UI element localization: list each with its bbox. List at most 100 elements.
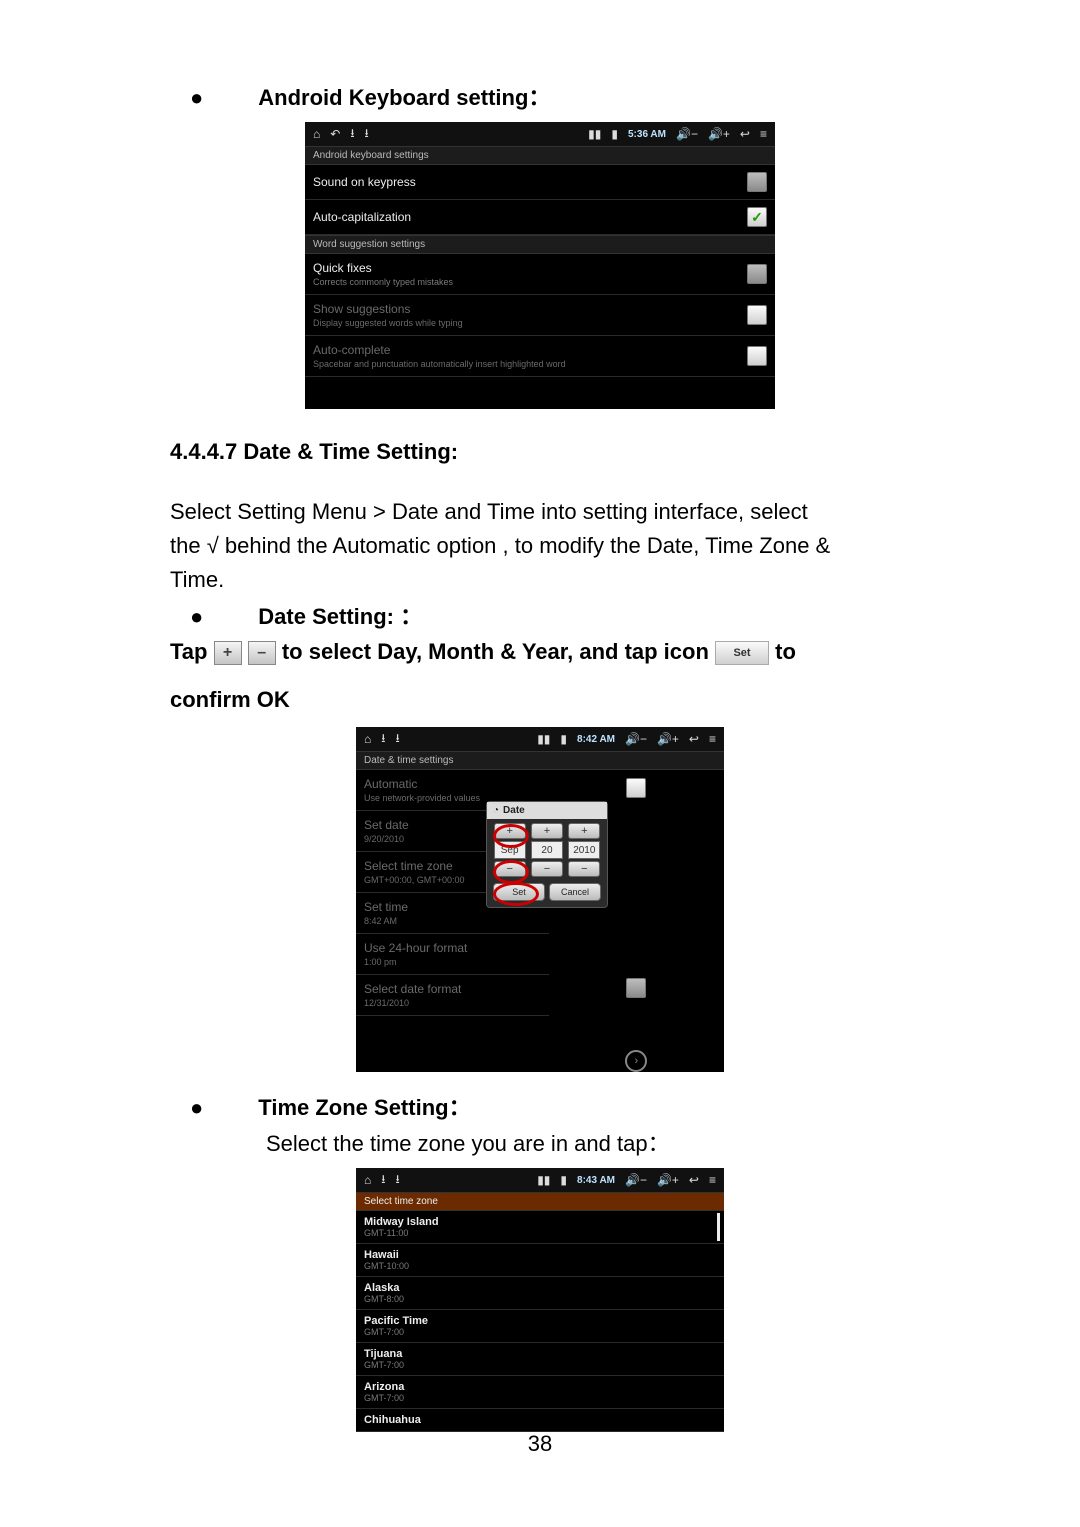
back-arrow-icon[interactable]: ↩ [689,1173,699,1187]
menu-icon[interactable]: ≡ [709,1173,716,1187]
home-icon[interactable]: ⌂ [313,127,320,141]
list-item[interactable]: Use 24-hour format 1:00 pm [356,934,549,975]
set-button[interactable]: Set [715,641,769,665]
volume-down-icon[interactable]: 🔊− [625,732,647,746]
timezone-offset: GMT-7:00 [364,1393,716,1403]
back-icon[interactable]: ↶ [330,127,340,141]
heading-android-keyboard: Android Keyboard setting： [258,80,550,112]
checkbox-icon: ✓ [747,346,767,366]
timezone-offset: GMT-8:00 [364,1294,716,1304]
home-icon[interactable]: ⌂ [364,732,371,746]
paragraph: Time. [170,563,910,597]
timezone-name: Hawaii [364,1249,716,1261]
download-icon: ⭳ [395,729,399,750]
timezone-row[interactable]: HawaiiGMT-10:00 [356,1244,724,1277]
paragraph: the √ behind the Automatic option , to m… [170,529,910,563]
signal-icon: ▮▮ [537,732,550,746]
home-icon[interactable]: ⌂ [364,1173,371,1187]
checkbox-icon[interactable]: ✓ [747,172,767,192]
heading-timezone: Time Zone Setting： [258,1090,470,1122]
back-arrow-icon[interactable]: ↩ [740,127,750,141]
dialog-cancel-button[interactable]: Cancel [549,883,601,901]
row-title: Sound on keypress [313,175,739,189]
battery-icon: ▮ [560,732,567,746]
battery-icon: ▮ [560,1173,567,1187]
day-minus-button[interactable]: − [531,861,563,877]
download-icon: ⭳ [395,1170,399,1191]
timezone-row[interactable]: Pacific TimeGMT-7:00 [356,1310,724,1343]
checkbox-checked-icon[interactable]: ✓ [747,207,767,227]
row-title: Use 24-hour format [364,941,541,955]
volume-up-icon[interactable]: 🔊+ [708,127,730,141]
plus-button[interactable]: + [214,641,242,665]
volume-up-icon[interactable]: 🔊+ [657,1173,679,1187]
signal-icon: ▮▮ [537,1173,550,1187]
status-clock: 5:36 AM [628,129,666,140]
timezone-offset: GMT-7:00 [364,1327,716,1337]
checkbox-icon: ✓ [747,305,767,325]
signal-icon: ▮▮ [588,127,601,141]
instruction-line: confirm OK [170,683,910,717]
dialog-set-button[interactable]: Set [493,883,545,901]
list-item[interactable]: Quick fixes Corrects commonly typed mist… [305,254,775,295]
timezone-row[interactable]: Chihuahua [356,1409,724,1432]
minus-button[interactable]: – [248,641,276,665]
year-minus-button[interactable]: − [568,861,600,877]
row-title: Select date format [364,982,541,996]
section-header: Android keyboard settings [305,146,775,165]
section-header: Word suggestion settings [305,235,775,254]
year-value[interactable]: 2010 [568,841,600,859]
row-title: Auto-complete [313,343,739,357]
download-icon: ⭳ [365,124,369,145]
volume-down-icon[interactable]: 🔊− [676,127,698,141]
month-value[interactable]: Sep [494,841,526,859]
checkbox-icon[interactable]: ✓ [626,978,646,998]
month-plus-button[interactable]: + [494,823,526,839]
timezone-row[interactable]: TijuanaGMT-7:00 [356,1343,724,1376]
list-item[interactable]: Select date format 12/31/2010 [356,975,549,1016]
timezone-row[interactable]: AlaskaGMT-8:00 [356,1277,724,1310]
day-plus-button[interactable]: + [531,823,563,839]
timezone-name: Tijuana [364,1348,716,1360]
paragraph: Select Setting Menu > Date and Time into… [170,495,910,529]
row-subtitle: Spacebar and punctuation automatically i… [313,359,739,369]
list-item: Auto-complete Spacebar and punctuation a… [305,336,775,377]
checkbox-icon[interactable]: ✓ [747,264,767,284]
menu-icon[interactable]: ≡ [709,732,716,746]
timezone-offset: GMT-7:00 [364,1360,716,1370]
timezone-offset: GMT-10:00 [364,1261,716,1271]
month-minus-button[interactable]: − [494,861,526,877]
timezone-row[interactable]: Midway IslandGMT-11:00 [356,1211,724,1244]
screenshot-keyboard-settings: ⌂ ↶ ⭳ ⭳ ▮▮ ▮ 5:36 AM 🔊− 🔊+ ↩ ≡ Android k… [305,122,775,409]
timezone-row[interactable]: ArizonaGMT-7:00 [356,1376,724,1409]
bullet-dot: ● [190,1097,203,1119]
back-arrow-icon[interactable]: ↩ [689,732,699,746]
row-subtitle: Display suggested words while typing [313,318,739,328]
row-subtitle: 1:00 pm [364,957,541,967]
row-title: Quick fixes [313,261,739,275]
year-plus-button[interactable]: + [568,823,600,839]
row-subtitle: Corrects commonly typed mistakes [313,277,739,287]
page-number: 38 [0,1431,1080,1457]
volume-down-icon[interactable]: 🔊− [625,1173,647,1187]
section-header: Date & time settings [356,751,724,770]
status-clock: 8:42 AM [577,734,615,745]
day-value[interactable]: 20 [531,841,563,859]
checkbox-icon[interactable]: ✓ [626,778,646,798]
list-item[interactable]: Sound on keypress ✓ [305,165,775,200]
download-icon: ⭳ [381,729,385,750]
menu-icon[interactable]: ≡ [760,127,767,141]
clock-icon: ◔ [493,805,499,816]
list-item[interactable]: Auto-capitalization ✓ [305,200,775,235]
heading-date-setting: Date Setting: ： [258,599,422,631]
timezone-name: Chihuahua [364,1414,716,1426]
volume-up-icon[interactable]: 🔊+ [657,732,679,746]
timezone-name: Arizona [364,1381,716,1393]
battery-icon: ▮ [611,127,618,141]
more-arrow-icon[interactable]: › [625,1050,647,1072]
section-header: Select time zone [356,1192,724,1211]
status-clock: 8:43 AM [577,1175,615,1186]
download-icon: ⭳ [381,1170,385,1191]
date-picker-dialog: ◔ Date + Sep − + 20 − + 2010 − [486,801,608,908]
row-title: Show suggestions [313,302,739,316]
